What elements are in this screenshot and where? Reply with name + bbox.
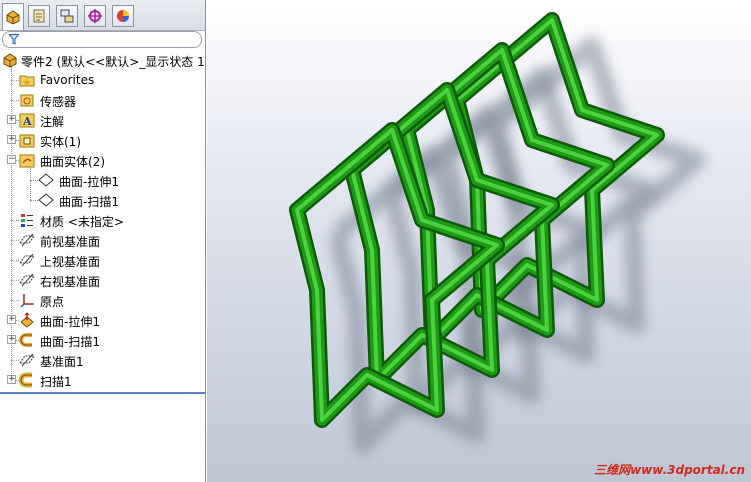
surface-extrude-icon xyxy=(20,312,34,328)
tree-item-label: 材质 <未指定> xyxy=(40,215,124,229)
tree-item-sensors[interactable]: 传感器 xyxy=(0,90,205,110)
expand-toggle[interactable]: + xyxy=(7,115,16,124)
tree-item-label: 原点 xyxy=(40,295,65,309)
tree-item-label: 右视基准面 xyxy=(40,275,101,289)
tree-item-label: Favorites xyxy=(40,73,95,87)
annotations-icon: A xyxy=(19,113,35,128)
tree-item-label: 基准面1 xyxy=(40,355,84,369)
tree-item-right-plane[interactable]: 右视基准面 xyxy=(0,270,205,290)
favorites-folder-icon xyxy=(19,75,35,87)
tree-item-label: 曲面-拉伸1 xyxy=(59,175,119,189)
tree-item-label: 扫描1 xyxy=(40,375,72,389)
tree-item-label: 注解 xyxy=(40,115,65,129)
tree-root-part[interactable]: 零件2 (默认<<默认>_显示状态 1 xyxy=(0,50,205,70)
dimxpert-icon xyxy=(88,9,102,23)
plane-icon xyxy=(19,353,35,367)
expand-toggle[interactable]: + xyxy=(7,335,16,344)
tree-filter-input[interactable] xyxy=(2,31,202,48)
material-icon xyxy=(21,214,33,227)
surface-sweep-icon xyxy=(19,333,32,347)
tree-item-label: 曲面-扫描1 xyxy=(59,195,119,209)
configuration-manager-icon xyxy=(60,9,74,23)
tab-display-manager[interactable] xyxy=(112,5,134,27)
plane-icon xyxy=(19,273,35,287)
feature-manager-icon xyxy=(6,10,20,25)
display-manager-icon xyxy=(117,10,129,22)
sweep-icon xyxy=(19,372,32,388)
panel-tab-bar xyxy=(0,0,205,31)
tree-item-label: 前视基准面 xyxy=(40,235,101,249)
surface-bodies-folder-icon xyxy=(19,154,35,168)
model-view[interactable] xyxy=(207,0,751,482)
svg-text:A: A xyxy=(22,115,32,128)
funnel-icon[interactable] xyxy=(9,34,19,45)
expand-toggle[interactable]: + xyxy=(7,375,16,384)
tree-item-material[interactable]: 材质 <未指定> xyxy=(0,210,205,230)
expand-toggle[interactable]: + xyxy=(7,135,16,144)
sensor-icon xyxy=(20,94,34,107)
tree-item-label: 传感器 xyxy=(40,95,77,109)
tree-item-sweep1[interactable]: + 扫描1 xyxy=(0,370,205,390)
property-manager-icon xyxy=(33,9,45,23)
tree-item-label: 曲面-扫描1 xyxy=(40,335,100,349)
root-label: 零件2 (默认<<默认>_显示状态 1 xyxy=(21,55,205,69)
solidworks-window: 零件2 (默认<<默认>_显示状态 1 Favorites 传感器 + A 注解… xyxy=(0,0,751,482)
plane-icon xyxy=(19,233,35,247)
part-icon xyxy=(3,53,17,68)
tree-item-surface-sweep[interactable]: + 曲面-扫描1 xyxy=(0,330,205,350)
tree-item-favorites[interactable]: Favorites xyxy=(0,70,205,90)
watermark-text: 三维网www.3dportal.cn xyxy=(594,463,745,477)
collapse-toggle[interactable]: − xyxy=(7,155,16,164)
tree-item-annotations[interactable]: + A 注解 xyxy=(0,110,205,130)
solid-bodies-folder-icon xyxy=(19,134,35,148)
tree-item-label: 曲面-拉伸1 xyxy=(40,315,100,329)
tree-item-label: 曲面实体(2) xyxy=(40,155,105,169)
tree-item-plane1[interactable]: 基准面1 xyxy=(0,350,205,370)
feature-manager-panel: 零件2 (默认<<默认>_显示状态 1 Favorites 传感器 + A 注解… xyxy=(0,0,206,482)
tab-property-manager[interactable] xyxy=(28,5,50,27)
tab-dimxpert-manager[interactable] xyxy=(84,5,106,27)
tree-item-surface-body-sweep[interactable]: 曲面-扫描1 xyxy=(0,190,205,210)
expand-toggle[interactable]: + xyxy=(7,315,16,324)
tree-item-surface-body-extrude[interactable]: 曲面-拉伸1 xyxy=(0,170,205,190)
surface-body-icon xyxy=(38,173,54,187)
tree-item-origin[interactable]: 原点 xyxy=(0,290,205,310)
tab-configuration-manager[interactable] xyxy=(56,5,78,27)
tree-item-label: 实体(1) xyxy=(40,135,81,149)
tab-feature-manager[interactable] xyxy=(2,3,24,30)
plane-icon xyxy=(19,253,35,267)
graphics-viewport[interactable]: 三维网www.3dportal.cn xyxy=(207,0,751,482)
tree-item-label: 上视基准面 xyxy=(40,255,101,269)
tree-item-solid-bodies[interactable]: + 实体(1) xyxy=(0,130,205,150)
tree-item-top-plane[interactable]: 上视基准面 xyxy=(0,250,205,270)
origin-icon xyxy=(20,294,34,308)
tree-item-front-plane[interactable]: 前视基准面 xyxy=(0,230,205,250)
rollback-bar[interactable] xyxy=(0,392,205,394)
tree-item-surface-extrude[interactable]: + 曲面-拉伸1 xyxy=(0,310,205,330)
surface-body-icon xyxy=(38,193,54,207)
tree-item-surface-bodies[interactable]: − 曲面实体(2) xyxy=(0,150,205,170)
